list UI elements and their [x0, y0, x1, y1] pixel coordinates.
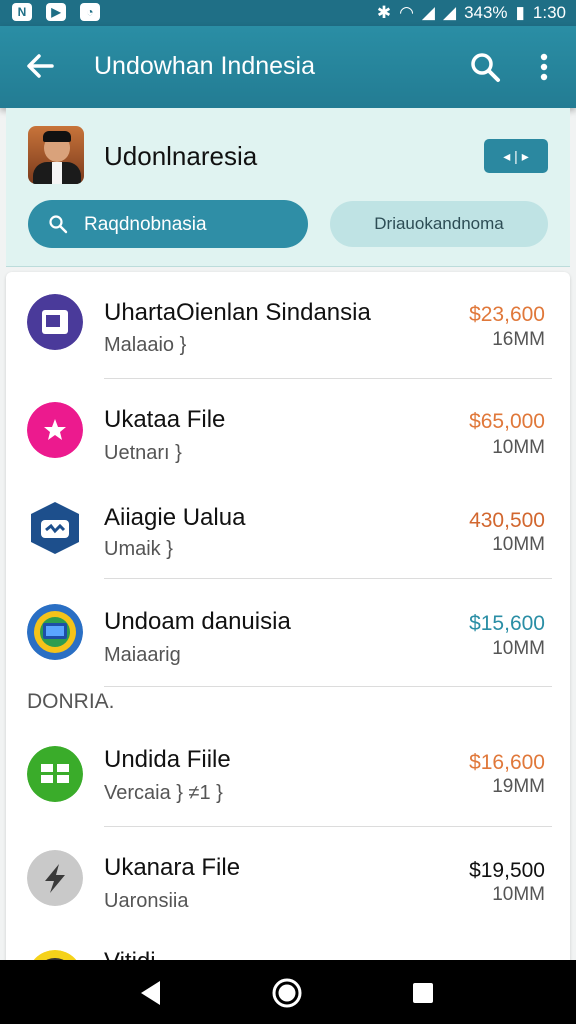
item-name: Undoam danuisia: [104, 608, 291, 635]
divider: [104, 686, 552, 687]
divider: [104, 378, 552, 379]
star-icon: [27, 402, 83, 458]
list-item[interactable]: Ukataa File Uetnarı } $65,000 10MM: [6, 380, 570, 480]
item-name: Aiiagie Ualua: [104, 504, 246, 531]
nav-back-icon[interactable]: [134, 976, 168, 1010]
laptop-icon: [27, 604, 83, 660]
search-filter-label: Raqdnobnasia: [84, 214, 207, 235]
system-nav-bar: [0, 960, 576, 1024]
nav-home-icon[interactable]: [270, 976, 304, 1010]
item-size: 10MM: [492, 437, 545, 458]
list-item[interactable]: Undoam danuisia Maiaarig $15,600 10MM: [6, 580, 570, 680]
battery-icon: ▮: [515, 3, 525, 22]
notification-play-icon: ▶: [46, 3, 66, 21]
document-icon: [27, 294, 83, 350]
search-icon[interactable]: [468, 50, 502, 84]
list-item[interactable]: UhartaOienlan Sindansia Malaaio } $23,60…: [6, 272, 570, 372]
notification-clock-icon: ◔: [80, 3, 100, 21]
list-item[interactable]: Ukanara File Uaronsiia $19,500 10MM: [6, 828, 570, 928]
item-subtitle: Uaronsiia: [104, 890, 189, 912]
list-item[interactable]: Aiiagie Ualua Umaik } 430,500 10MM: [6, 478, 570, 578]
search-icon: [49, 215, 68, 234]
clock: 1:30: [532, 3, 566, 22]
file-list: UhartaOienlan Sindansia Malaaio } $23,60…: [6, 272, 570, 972]
battery-percent: 343%: [464, 3, 508, 22]
item-size: 19MM: [492, 776, 545, 797]
item-name: Ukataa File: [104, 406, 226, 433]
section-header: DONRIA.: [27, 690, 115, 713]
divider: [104, 578, 552, 579]
divider: [104, 826, 552, 827]
item-name: Undida Fiile: [104, 746, 231, 773]
item-subtitle: Uetnarı }: [104, 442, 182, 464]
item-subtitle: Vercaia } ≠1 }: [104, 782, 223, 804]
signal-icon: ◢: [421, 3, 435, 22]
shield-icon: [31, 502, 79, 554]
search-filter-button[interactable]: Raqdnobnasia: [28, 200, 308, 248]
bluetooth-icon: ✱: [376, 3, 392, 22]
item-amount: $19,500: [469, 859, 545, 882]
item-amount: $23,600: [469, 303, 545, 326]
item-size: 16MM: [492, 329, 545, 350]
grid-icon: [27, 746, 83, 802]
item-size: 10MM: [492, 638, 545, 659]
item-name: Ukanara File: [104, 854, 241, 881]
item-amount: $65,000: [469, 410, 545, 433]
app-title: Undowhan Indnesia: [94, 52, 315, 80]
item-subtitle: Maiaarig: [104, 644, 181, 666]
item-subtitle: Umaik }: [104, 538, 173, 560]
wifi-icon: ◠: [399, 3, 414, 22]
nav-recents-icon[interactable]: [406, 976, 440, 1010]
signal-icon: ◢: [442, 3, 457, 22]
account-name: Udonlnaresia: [104, 141, 258, 171]
back-arrow-icon[interactable]: [22, 48, 58, 84]
item-size: 10MM: [492, 884, 545, 905]
item-name: UhartaOienlan Sindansia: [104, 299, 371, 326]
status-bar: N ▶ ◔ ✱ ◠ ◢ ◢ 343% ▮ 1:30: [0, 0, 576, 26]
avatar[interactable]: [28, 126, 84, 184]
account-header: Udonlnaresia ◂ | ▸ Raqdnobnasia Driauoka…: [6, 108, 570, 267]
notification-n-icon: N: [12, 3, 32, 21]
secondary-filter-button[interactable]: Driauokandnoma: [330, 201, 548, 247]
app-bar: Undowhan Indnesia: [0, 26, 576, 108]
item-amount: $15,600: [469, 612, 545, 635]
item-subtitle: Malaaio }: [104, 334, 187, 356]
item-amount: 430,500: [469, 509, 545, 532]
header-toggle-button[interactable]: ◂ | ▸: [484, 139, 548, 173]
more-vert-icon[interactable]: [532, 50, 556, 84]
item-size: 10MM: [492, 534, 545, 555]
item-amount: $16,600: [469, 751, 545, 774]
list-item[interactable]: Undida Fiile Vercaia } ≠1 } $16,600 19MM: [6, 720, 570, 820]
lightning-icon: [27, 850, 83, 906]
